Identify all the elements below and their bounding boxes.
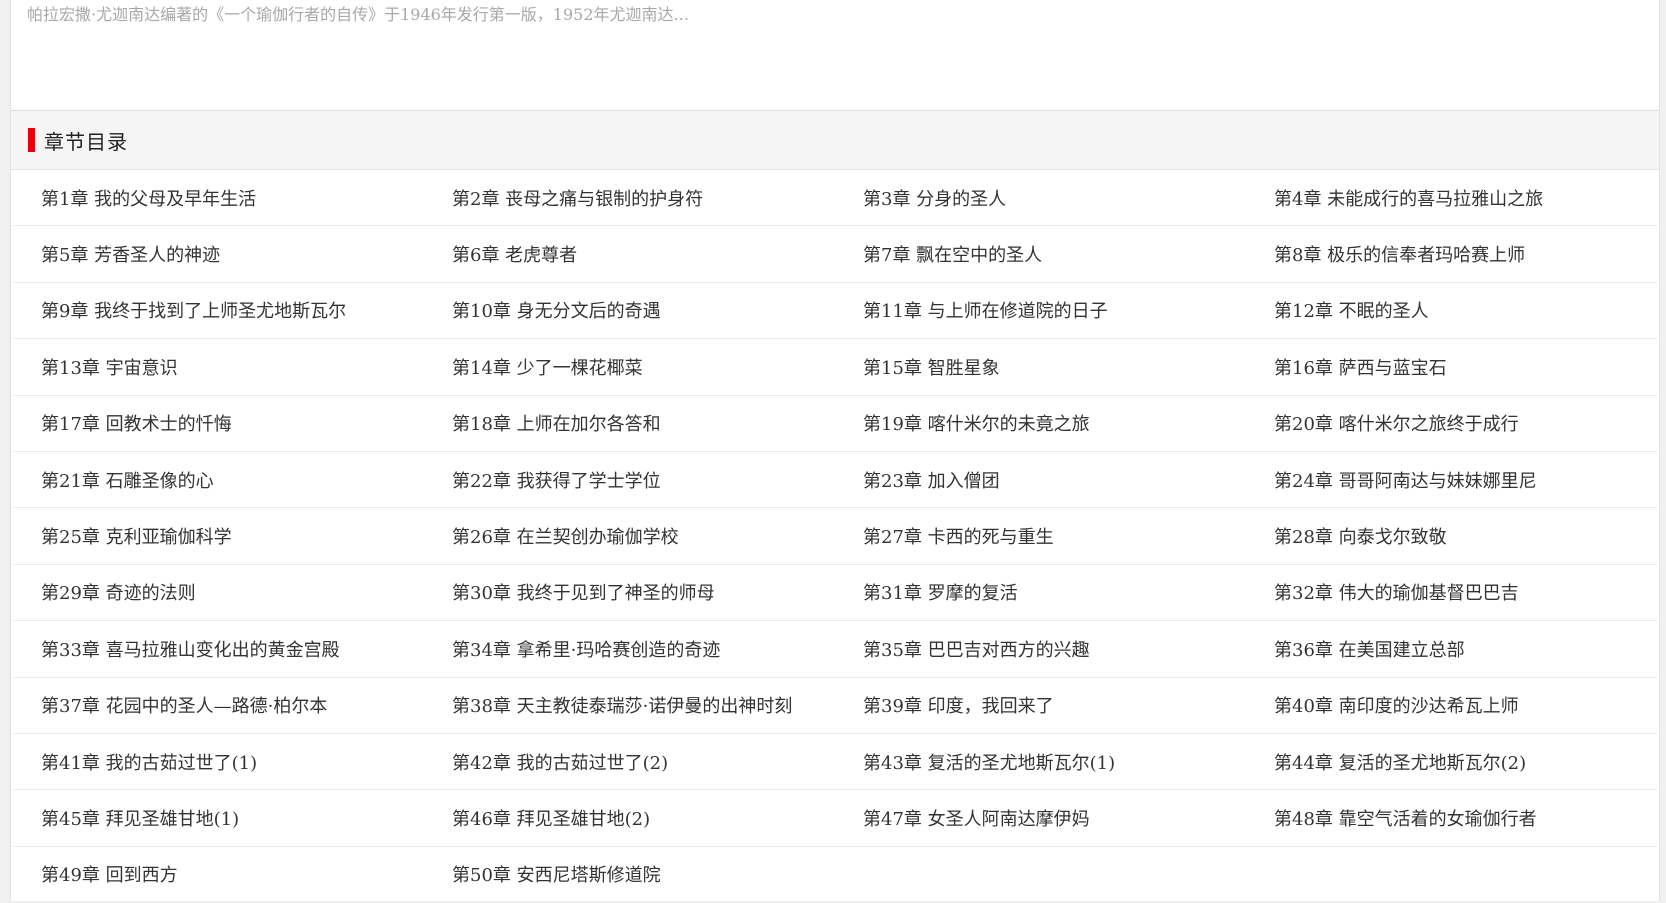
chapter-list: 第1章 我的父母及早年生活 第2章 丧母之痛与银制的护身符 第3章 分身的圣人 第4章… [11,170,1659,903]
chapter-link[interactable]: 第7章 飘在空中的圣人 [835,226,1246,283]
chapter-link[interactable]: 第45章 拜见圣雄甘地(1) [13,790,424,847]
chapter-link[interactable]: 第46章 拜见圣雄甘地(2) [424,790,835,847]
chapter-link[interactable]: 第42章 我的古茹过世了(2) [424,734,835,791]
chapter-link[interactable]: 第39章 印度，我回来了 [835,678,1246,734]
chapter-link[interactable]: 第49章 回到西方 [13,847,424,903]
chapter-link[interactable]: 第30章 我终于见到了神圣的师母 [424,565,835,622]
chapter-link[interactable]: 第38章 天主教徒泰瑞莎·诺伊曼的出神时刻 [424,678,835,734]
chapter-link[interactable]: 第27章 卡西的死与重生 [835,508,1246,565]
chapter-empty-cell [835,847,1246,903]
chapter-link[interactable]: 第40章 南印度的沙达希瓦上师 [1246,678,1657,734]
chapter-link[interactable]: 第13章 宇宙意识 [13,339,424,396]
book-panel: 帕拉宏撒·尤迦南达编著的《一个瑜伽行者的自传》于1946年发行第一版，1952年… [10,0,1660,903]
chapter-link[interactable]: 第43章 复活的圣尤地斯瓦尔(1) [835,734,1246,791]
chapter-link[interactable]: 第11章 与上师在修道院的日子 [835,283,1246,340]
chapter-link[interactable]: 第35章 巴巴吉对西方的兴趣 [835,621,1246,678]
chapter-link[interactable]: 第10章 身无分文后的奇遇 [424,283,835,340]
chapter-link[interactable]: 第12章 不眠的圣人 [1246,283,1657,340]
chapter-link[interactable]: 第20章 喀什米尔之旅终于成行 [1246,396,1657,452]
chapter-link[interactable]: 第24章 哥哥阿南达与妹妹娜里尼 [1246,452,1657,509]
section-accent-bar [28,128,35,152]
chapter-link[interactable]: 第28章 向泰戈尔致敬 [1246,508,1657,565]
chapter-link[interactable]: 第1章 我的父母及早年生活 [13,170,424,227]
chapter-link[interactable]: 第8章 极乐的信奉者玛哈赛上师 [1246,226,1657,283]
chapter-link[interactable]: 第3章 分身的圣人 [835,170,1246,227]
book-description: 帕拉宏撒·尤迦南达编著的《一个瑜伽行者的自传》于1946年发行第一版，1952年… [27,5,689,24]
chapter-link[interactable]: 第18章 上师在加尔各答和 [424,396,835,452]
chapter-link[interactable]: 第4章 未能成行的喜马拉雅山之旅 [1246,170,1657,227]
chapter-section-header: 章节目录 [11,110,1659,170]
chapter-link[interactable]: 第25章 克利亚瑜伽科学 [13,508,424,565]
chapter-link[interactable]: 第44章 复活的圣尤地斯瓦尔(2) [1246,734,1657,791]
chapter-link[interactable]: 第6章 老虎尊者 [424,226,835,283]
chapter-link[interactable]: 第9章 我终于找到了上师圣尤地斯瓦尔 [13,283,424,340]
chapter-link[interactable]: 第37章 花园中的圣人—路德·柏尔本 [13,678,424,734]
chapter-link[interactable]: 第15章 智胜星象 [835,339,1246,396]
chapter-link[interactable]: 第34章 拿希里·玛哈赛创造的奇迹 [424,621,835,678]
chapter-link[interactable]: 第17章 回教术士的忏悔 [13,396,424,452]
chapter-link[interactable]: 第26章 在兰契创办瑜伽学校 [424,508,835,565]
chapter-link[interactable]: 第22章 我获得了学士学位 [424,452,835,509]
section-title: 章节目录 [44,129,128,154]
chapter-link[interactable]: 第33章 喜马拉雅山变化出的黄金宫殿 [13,621,424,678]
chapter-empty-cell [1246,847,1657,903]
chapter-link[interactable]: 第14章 少了一棵花椰菜 [424,339,835,396]
chapter-link[interactable]: 第41章 我的古茹过世了(1) [13,734,424,791]
chapter-link[interactable]: 第23章 加入僧团 [835,452,1246,509]
chapter-link[interactable]: 第31章 罗摩的复活 [835,565,1246,622]
chapter-link[interactable]: 第50章 安西尼塔斯修道院 [424,847,835,903]
chapter-link[interactable]: 第48章 靠空气活着的女瑜伽行者 [1246,790,1657,847]
chapter-link[interactable]: 第19章 喀什米尔的未竟之旅 [835,396,1246,452]
chapter-link[interactable]: 第47章 女圣人阿南达摩伊妈 [835,790,1246,847]
chapter-link[interactable]: 第16章 萨西与蓝宝石 [1246,339,1657,396]
chapter-link[interactable]: 第29章 奇迹的法则 [13,565,424,622]
chapter-link[interactable]: 第5章 芳香圣人的神迹 [13,226,424,283]
chapter-link[interactable]: 第36章 在美国建立总部 [1246,621,1657,678]
chapter-link[interactable]: 第21章 石雕圣像的心 [13,452,424,509]
chapter-link[interactable]: 第2章 丧母之痛与银制的护身符 [424,170,835,227]
chapter-link[interactable]: 第32章 伟大的瑜伽基督巴巴吉 [1246,565,1657,622]
